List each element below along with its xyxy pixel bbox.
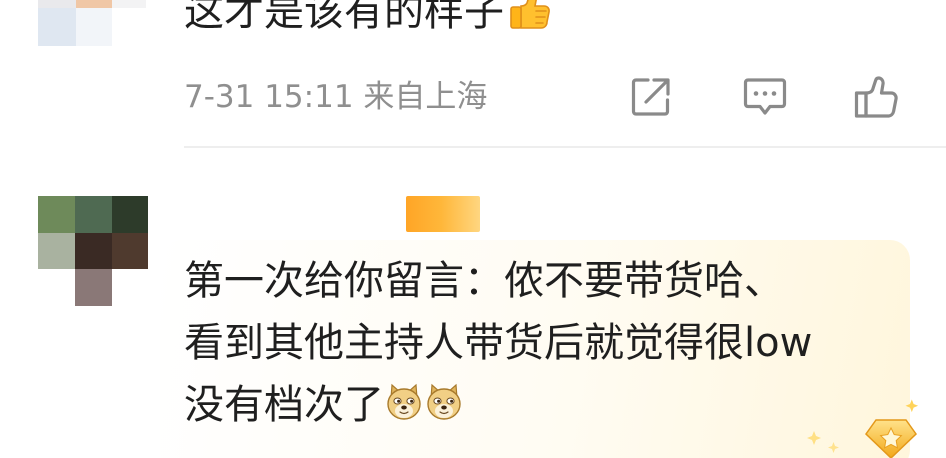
like-icon xyxy=(854,76,898,118)
reply-icon xyxy=(743,78,787,115)
thumbs-up-icon xyxy=(508,0,552,42)
doge-icon xyxy=(424,378,464,440)
comment-line: 看到其他主持人带货后就觉得很low xyxy=(184,320,813,366)
comment-meta: 7-31 15:11 来自上海 xyxy=(184,78,487,116)
comment-location: 来自上海 xyxy=(363,79,488,115)
comment-text-content: 这才是该有的样子 xyxy=(184,0,504,35)
username[interactable] xyxy=(406,196,480,232)
star-badge-icon xyxy=(802,398,932,458)
comment-line: 第一次给你留言：侬不要带货哈、 xyxy=(184,258,784,304)
avatar[interactable] xyxy=(38,196,148,306)
comment-text: 第一次给你留言：侬不要带货哈、 看到其他主持人带货后就觉得很low 没有档次了 xyxy=(184,250,812,440)
comment-line-text: 没有档次了 xyxy=(184,382,384,428)
avatar[interactable] xyxy=(38,0,146,46)
comment-feed: 这才是该有的样子 7-31 15:11 来自上海 第一次给你留言：侬不要带货哈、… xyxy=(0,0,946,458)
like-button[interactable] xyxy=(853,74,899,120)
comment-text: 这才是该有的样子 xyxy=(184,0,552,42)
share-icon xyxy=(631,78,670,116)
comment-divider xyxy=(184,146,946,148)
comment-timestamp: 7-31 15:11 xyxy=(184,79,354,115)
comment-line-last: 没有档次了 xyxy=(184,374,812,440)
share-button[interactable] xyxy=(628,74,674,120)
doge-icon xyxy=(384,378,424,440)
reply-button[interactable] xyxy=(742,74,788,120)
